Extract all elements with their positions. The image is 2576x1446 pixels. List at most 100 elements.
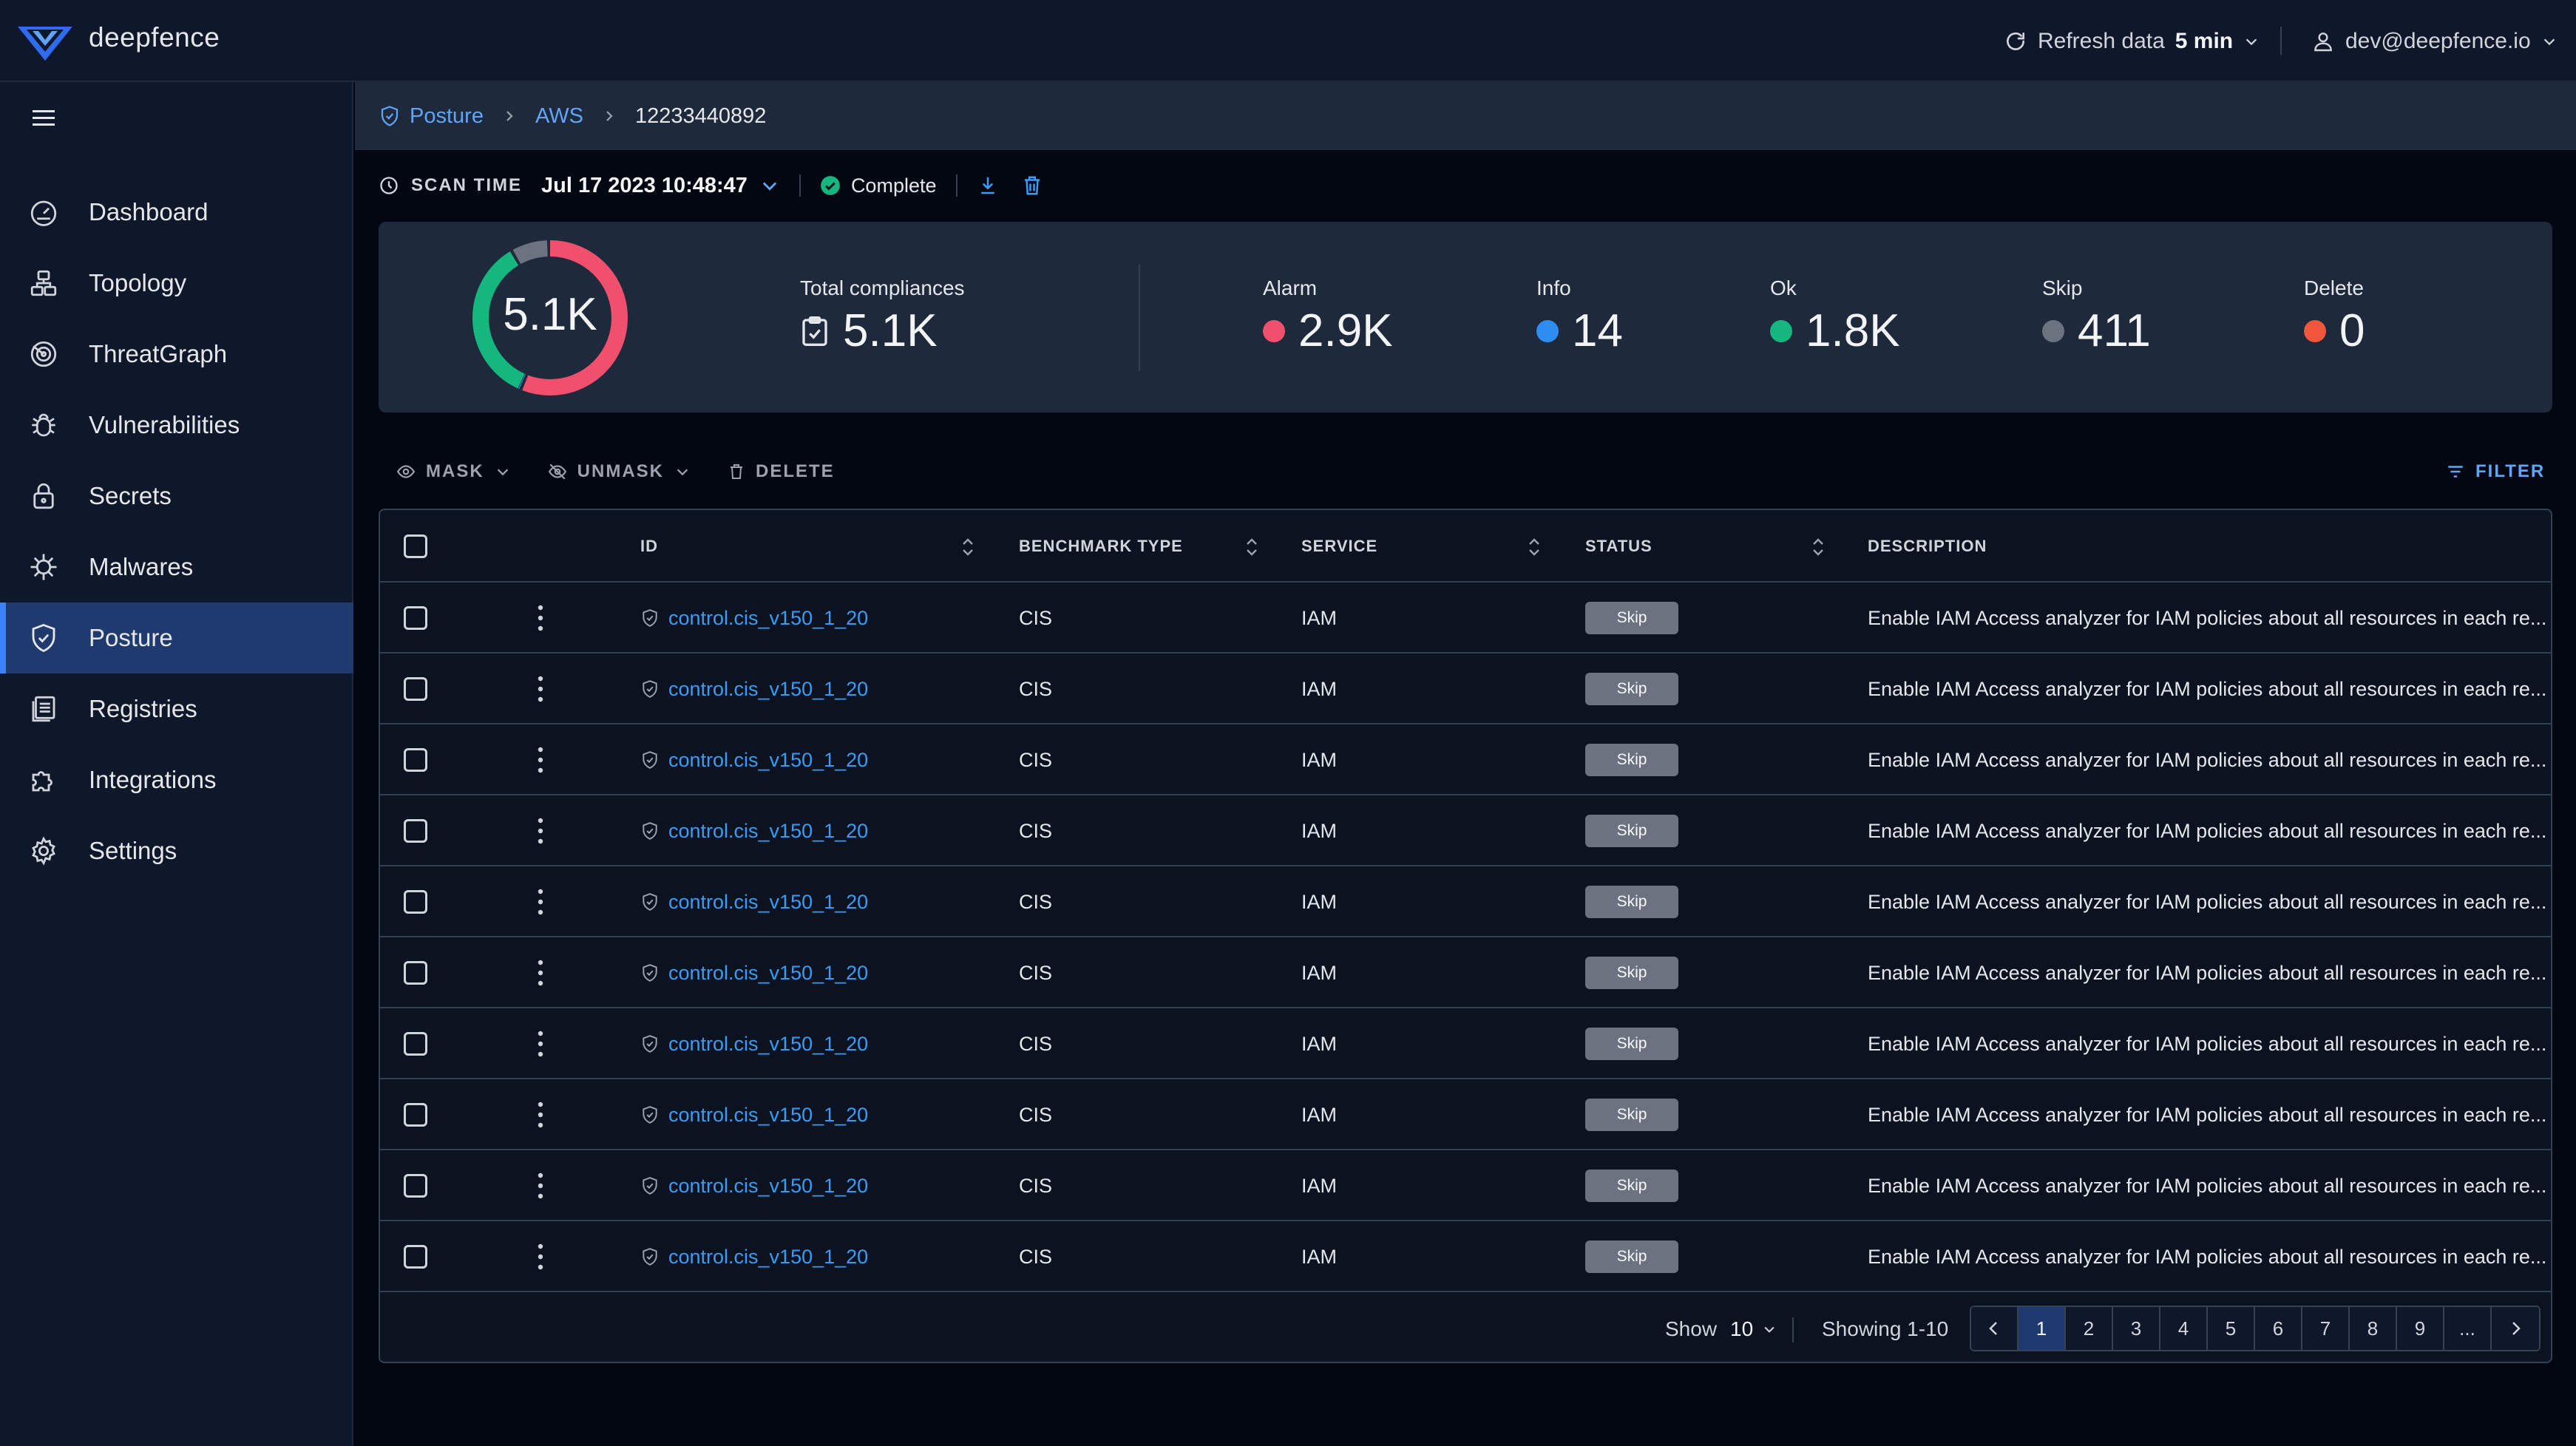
control-id-link[interactable]: control.cis_v150_1_20 — [640, 724, 868, 795]
more-vertical-icon[interactable] — [537, 888, 544, 916]
table-row[interactable]: control.cis_v150_1_20 CIS IAM Skip Enable IA… — [380, 1079, 2551, 1150]
table-row[interactable]: control.cis_v150_1_20 CIS IAM Skip Enable IA… — [380, 654, 2551, 724]
column-benchmark-type[interactable]: BENCHMARK TYPE — [1019, 510, 1183, 583]
alarm-dot — [1263, 319, 1285, 342]
control-id-link[interactable]: control.cis_v150_1_20 — [640, 1150, 868, 1221]
table-row[interactable]: control.cis_v150_1_20 CIS IAM Skip Enable IA… — [380, 724, 2551, 795]
sidebar-item-registries[interactable]: Registries — [0, 673, 353, 744]
sidebar-item-dashboard[interactable]: Dashboard — [0, 177, 353, 248]
refresh-data-control[interactable]: Refresh data 5 min — [2004, 26, 2260, 57]
sort-icon[interactable] — [1528, 537, 1541, 557]
sidebar-item-topology[interactable]: Topology — [0, 248, 353, 319]
sidebar-item-settings[interactable]: Settings — [0, 815, 353, 886]
service: IAM — [1301, 819, 1338, 842]
table-row[interactable]: control.cis_v150_1_20 CIS IAM Skip Enable IA… — [380, 583, 2551, 654]
column-status[interactable]: STATUS — [1585, 510, 1653, 583]
row-checkbox[interactable] — [404, 1103, 427, 1127]
page-button-1[interactable]: 1 — [2019, 1307, 2066, 1350]
column-id[interactable]: ID — [640, 510, 658, 583]
gear-icon — [32, 836, 55, 866]
page-button-5[interactable]: 5 — [2208, 1307, 2255, 1350]
table-row[interactable]: control.cis_v150_1_20 CIS IAM Skip Enable IA… — [380, 1150, 2551, 1221]
stat-delete[interactable]: Delete 0 — [2304, 276, 2365, 357]
download-icon[interactable] — [977, 174, 999, 197]
table-row[interactable]: control.cis_v150_1_20 CIS IAM Skip Enable IA… — [380, 866, 2551, 937]
refresh-label: Refresh data — [2038, 29, 2165, 53]
more-vertical-icon[interactable] — [537, 675, 544, 703]
prev-page-button[interactable] — [1971, 1307, 2019, 1350]
delete-button[interactable]: DELETE — [728, 461, 835, 482]
row-checkbox[interactable] — [404, 819, 427, 843]
sidebar-item-threatgraph[interactable]: ThreatGraph — [0, 319, 353, 390]
stat-skip[interactable]: Skip 411 — [2042, 276, 2151, 357]
page-button-7[interactable]: 7 — [2302, 1307, 2350, 1350]
page-button-4[interactable]: 4 — [2160, 1307, 2208, 1350]
scan-time-select[interactable]: Jul 17 2023 10:48:47 — [541, 174, 748, 198]
row-checkbox[interactable] — [404, 606, 427, 630]
sort-icon[interactable] — [961, 537, 975, 557]
page-size-select[interactable]: Show 10 — [1665, 1294, 1777, 1362]
table-row[interactable]: control.cis_v150_1_20 CIS IAM Skip Enable IA… — [380, 795, 2551, 866]
control-id-link[interactable]: control.cis_v150_1_20 — [640, 866, 868, 937]
row-checkbox[interactable] — [404, 677, 427, 701]
breadcrumb-posture[interactable]: Posture — [410, 104, 484, 129]
stat-ok[interactable]: Ok 1.8K — [1770, 276, 1900, 357]
sidebar-item-integrations[interactable]: Integrations — [0, 744, 353, 815]
table-row[interactable]: control.cis_v150_1_20 CIS IAM Skip Enable IA… — [380, 937, 2551, 1008]
deepfence-logo[interactable] — [16, 22, 74, 64]
row-checkbox[interactable] — [404, 748, 427, 772]
column-service[interactable]: SERVICE — [1301, 510, 1377, 583]
row-checkbox[interactable] — [404, 1032, 427, 1056]
column-description[interactable]: DESCRIPTION — [1868, 510, 1987, 583]
sidebar-item-malwares[interactable]: Malwares — [0, 532, 353, 602]
scan-bar: SCAN TIME Jul 17 2023 10:48:47 Complete — [379, 169, 1043, 203]
row-checkbox[interactable] — [404, 961, 427, 985]
table-row[interactable]: control.cis_v150_1_20 CIS IAM Skip Enable IA… — [380, 1221, 2551, 1292]
control-id-link[interactable]: control.cis_v150_1_20 — [640, 1008, 868, 1079]
more-vertical-icon[interactable] — [537, 959, 544, 987]
row-checkbox[interactable] — [404, 1245, 427, 1269]
control-id-link[interactable]: control.cis_v150_1_20 — [640, 1221, 868, 1292]
more-vertical-icon[interactable] — [537, 1030, 544, 1058]
stat-info[interactable]: Info 14 — [1536, 276, 1623, 357]
more-vertical-icon[interactable] — [537, 1243, 544, 1271]
page-button-2[interactable]: 2 — [2066, 1307, 2113, 1350]
chevron-down-icon — [1764, 1326, 1775, 1333]
next-page-button[interactable] — [2492, 1307, 2539, 1350]
select-all-checkbox[interactable] — [404, 534, 427, 558]
page-ellipsis-button[interactable]: ... — [2444, 1307, 2492, 1350]
more-vertical-icon[interactable] — [537, 1101, 544, 1129]
sidebar-item-vulnerabilities[interactable]: Vulnerabilities — [0, 390, 353, 461]
page-button-6[interactable]: 6 — [2255, 1307, 2302, 1350]
control-id-link[interactable]: control.cis_v150_1_20 — [640, 795, 868, 866]
row-checkbox[interactable] — [404, 890, 427, 914]
row-checkbox[interactable] — [404, 1174, 427, 1198]
control-id-link[interactable]: control.cis_v150_1_20 — [640, 583, 868, 654]
sidebar-item-secrets[interactable]: Secrets — [0, 461, 353, 532]
more-vertical-icon[interactable] — [537, 746, 544, 774]
control-id-link[interactable]: control.cis_v150_1_20 — [640, 654, 868, 724]
trash-icon[interactable] — [1021, 174, 1043, 197]
filter-button[interactable]: FILTER — [2446, 458, 2545, 485]
status-badge: Skip — [1585, 957, 1678, 989]
menu-toggle-icon[interactable] — [30, 107, 58, 129]
control-id-link[interactable]: control.cis_v150_1_20 — [640, 937, 868, 1008]
more-vertical-icon[interactable] — [537, 1172, 544, 1200]
page-button-3[interactable]: 3 — [2113, 1307, 2160, 1350]
more-vertical-icon[interactable] — [537, 817, 544, 845]
more-vertical-icon[interactable] — [537, 604, 544, 632]
stat-alarm[interactable]: Alarm 2.9K — [1263, 276, 1393, 357]
breadcrumb-aws[interactable]: AWS — [535, 104, 583, 129]
page-button-8[interactable]: 8 — [2350, 1307, 2397, 1350]
sidebar-item-posture[interactable]: Posture — [0, 602, 353, 673]
table-row[interactable]: control.cis_v150_1_20 CIS IAM Skip Enable IA… — [380, 1008, 2551, 1079]
control-id-link[interactable]: control.cis_v150_1_20 — [640, 1079, 868, 1150]
chevron-down-icon[interactable] — [759, 175, 780, 196]
sort-icon[interactable] — [1811, 537, 1825, 557]
mask-button[interactable]: MASK — [396, 461, 511, 482]
page-button-9[interactable]: 9 — [2397, 1307, 2444, 1350]
sort-icon[interactable] — [1245, 537, 1258, 557]
filter-label: FILTER — [2475, 461, 2546, 481]
user-menu[interactable]: dev@deepfence.io — [2311, 26, 2558, 57]
unmask-button[interactable]: UNMASK — [548, 461, 691, 482]
